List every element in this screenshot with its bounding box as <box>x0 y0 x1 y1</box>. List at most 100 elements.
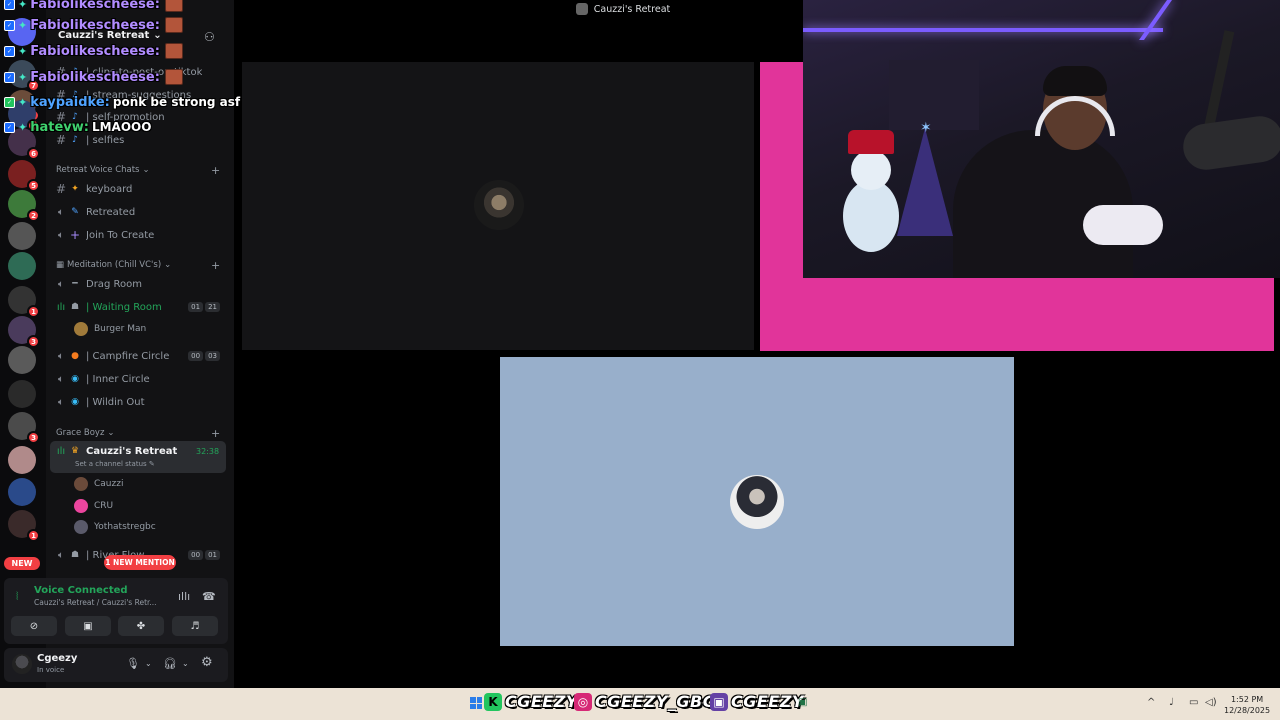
voice-user[interactable]: Cauzzi <box>74 475 123 493</box>
new-pill[interactable]: NEW <box>4 557 40 570</box>
screen-share-button[interactable]: ▣ <box>65 616 111 636</box>
server-icon[interactable]: 1 <box>8 510 40 542</box>
unread-badge: 1 <box>27 529 40 542</box>
server-icon[interactable] <box>8 222 36 250</box>
emote-icon <box>164 17 183 33</box>
sparkle-icon: ✦ <box>18 18 28 32</box>
system-clock[interactable]: 1:52 PM 12/28/2025 <box>1224 694 1270 716</box>
channel-campfire[interactable]: 🔈︎ ● | Campfire Circle 00 03 <box>54 346 226 366</box>
count-current: 01 <box>188 302 204 312</box>
channel-inner-circle[interactable]: 🔈︎ ◉ | Inner Circle <box>54 369 226 389</box>
video-tile[interactable] <box>242 62 754 350</box>
speaker-icon: 🔈︎ <box>58 206 64 218</box>
clock-date: 12/28/2025 <box>1224 706 1271 715</box>
instagram-icon: ◎ <box>574 692 592 711</box>
video-tile[interactable] <box>500 357 1014 646</box>
server-icon[interactable]: 5 <box>8 160 40 192</box>
excel-icon[interactable]: ▣ <box>798 697 807 708</box>
person-icon: ☗ <box>70 302 80 312</box>
volume-icon[interactable]: ◁) <box>1205 697 1217 708</box>
channel-drag-room[interactable]: 🔈︎ ━ Drag Room <box>54 274 226 294</box>
channel-waiting-room[interactable]: ılı ☗ | Waiting Room 01 21 <box>54 297 226 317</box>
server-icon[interactable]: 2 <box>8 190 40 222</box>
server-icon[interactable] <box>8 380 36 408</box>
channel-label: Retreated <box>86 206 136 218</box>
user-name: Burger Man <box>94 324 147 334</box>
voice-connected-subtitle[interactable]: Cauzzi's Retreat / Cauzzi's Retr... <box>34 598 169 607</box>
count-limit: 21 <box>205 302 220 312</box>
gear-icon[interactable]: ⚙ <box>201 655 213 670</box>
voice-user[interactable]: Yothatstregbc <box>74 518 156 536</box>
count-current: 00 <box>188 550 204 560</box>
speaker-icon: 🔈︎ <box>58 350 64 362</box>
social-handle: CGEEZY <box>505 692 578 711</box>
badge-icon: ✓ <box>4 0 15 10</box>
water-icon: ◉ <box>71 397 79 407</box>
avatar[interactable] <box>12 654 32 674</box>
server-icon[interactable] <box>8 478 36 506</box>
desktop-screen: { "window": {"title": "Cauzzi's Retreat"… <box>0 0 1280 720</box>
disconnect-icon[interactable]: ☎ <box>202 590 216 603</box>
clock-time: 1:52 PM <box>1230 695 1264 704</box>
set-channel-status[interactable]: Set a channel status ✎ <box>75 460 155 468</box>
windows-start-icon[interactable] <box>470 697 482 709</box>
server-icon[interactable]: 3 <box>8 316 40 348</box>
server-icon[interactable] <box>8 346 36 374</box>
channel-label: keyboard <box>86 183 133 195</box>
chevron-down-icon: ⌄ <box>164 260 172 270</box>
count-current: 00 <box>188 351 204 361</box>
microphone <box>1180 113 1280 173</box>
sparkle-icon: ✦ <box>18 44 28 58</box>
signal-icon[interactable]: ⦚ <box>16 590 18 604</box>
microphone-icon[interactable]: ♩ <box>1169 697 1174 708</box>
chat-line: ✓ ✦ Fabiolikescheese: <box>4 69 183 85</box>
user-name: Cauzzi <box>94 479 124 489</box>
participant-avatar <box>474 180 524 230</box>
channel-wildin-out[interactable]: 🔈︎ ◉ | Wildin Out <box>54 392 226 412</box>
network-icon[interactable]: ▭ <box>1189 697 1198 708</box>
channel-keyboard[interactable]: # ✦ keyboard <box>54 179 226 199</box>
voice-user[interactable]: Burger Man <box>74 320 146 338</box>
server-icon[interactable] <box>8 446 36 474</box>
category-retreat-voice[interactable]: Retreat Voice Chats ⌄ <box>56 165 150 175</box>
chat-message: ponk be strong asf <box>112 95 241 109</box>
new-mention-pill[interactable]: 1 NEW MENTION <box>104 555 176 570</box>
username[interactable]: Cgeezy <box>37 653 77 664</box>
water-icon: ◉ <box>71 374 79 384</box>
server-icon[interactable] <box>8 252 36 280</box>
badge-icon: ✓ <box>4 19 15 31</box>
chevron-down-icon[interactable]: ⌄ <box>145 659 152 668</box>
activities-button[interactable]: ✤ <box>118 616 164 636</box>
snowman <box>843 180 899 252</box>
soundboard-button[interactable]: ♬ <box>172 616 218 636</box>
channel-join-to-create[interactable]: 🔈︎ + Join To Create <box>54 225 226 245</box>
speaker-icon: 🔈︎ <box>58 396 64 408</box>
category-grace-boyz[interactable]: Grace Boyz ⌄ <box>56 428 115 438</box>
avatar <box>74 520 88 534</box>
server-icon[interactable]: 1 <box>8 286 40 318</box>
voice-user[interactable]: CRU <box>74 497 113 515</box>
add-channel-icon[interactable]: + <box>211 164 220 177</box>
voice-connected-title: Voice Connected <box>34 585 128 596</box>
chevron-down-icon[interactable]: ⌄ <box>182 659 189 668</box>
camera-off-button[interactable]: ⊘ <box>11 616 57 636</box>
channel-label: | Waiting Room <box>86 301 162 313</box>
microphone-icon[interactable]: 🎙︎ <box>126 657 140 670</box>
chat-username: Fabiolikescheese: <box>30 69 160 85</box>
count-limit: 03 <box>205 351 220 361</box>
screen-share-icon: ▣ <box>83 620 93 632</box>
channel-retreated[interactable]: 🔈︎ ✎ Retreated <box>54 202 226 222</box>
category-meditation[interactable]: ▦ Meditation (Chill VC's) ⌄ <box>56 260 171 270</box>
chevron-up-icon[interactable]: ^ <box>1147 697 1155 708</box>
server-icon[interactable]: 3 <box>8 412 40 444</box>
grid-icon: ▦ <box>56 260 65 270</box>
headphones-icon[interactable]: 🎧︎ <box>163 657 177 670</box>
add-channel-icon[interactable]: + <box>211 427 220 440</box>
social-twitch: ▣ CGEEZY <box>710 692 804 711</box>
voice-activity-icon: ılı <box>56 301 66 313</box>
unread-badge: 1 <box>27 305 40 318</box>
noise-suppression-icon[interactable]: ıllı <box>178 590 190 603</box>
snowman-hat <box>848 130 894 154</box>
badge-icon: ✓ <box>4 121 15 133</box>
add-channel-icon[interactable]: + <box>211 259 220 272</box>
